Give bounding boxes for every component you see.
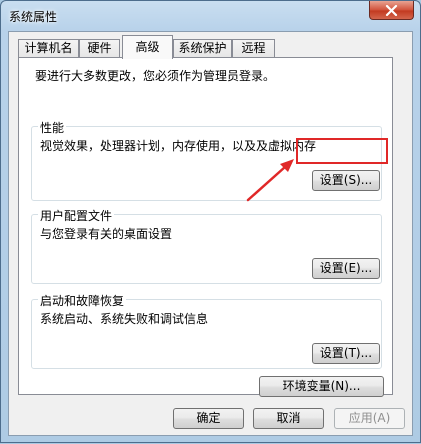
system-properties-window: 系统属性 计算机名 硬件 高级 系统保护 远程 要进行大多数更改，您必须作为管理…: [0, 0, 421, 443]
annotation-arrow-icon: [246, 159, 294, 202]
annotation-highlight-box: [296, 138, 388, 164]
